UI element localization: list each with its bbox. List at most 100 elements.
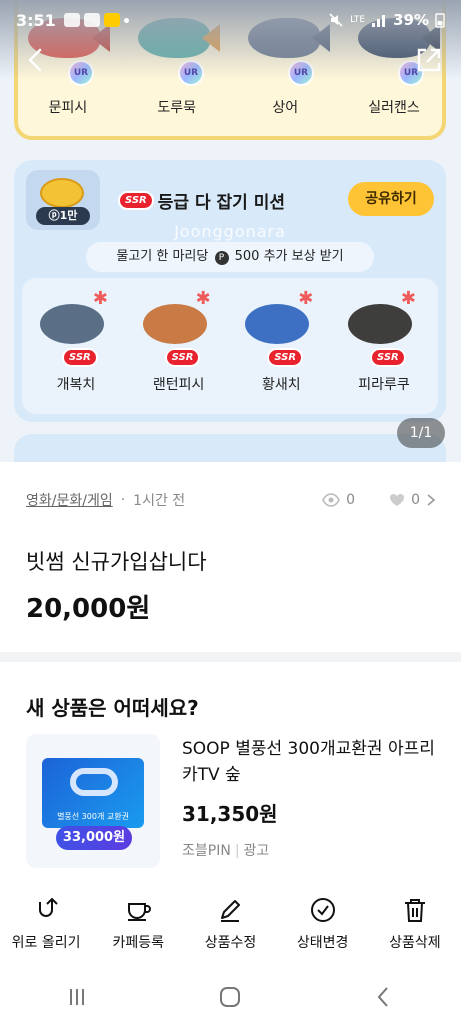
product-image[interactable]: UR UR UR UR 문피시 도루묵 상어 실러캔스 ⓟ1만 SSR (0, 0, 461, 462)
status-time: 3:51 (16, 10, 56, 30)
fish-label: 황새치 (261, 377, 301, 393)
share-icon[interactable] (413, 44, 445, 76)
recent-apps-icon[interactable] (64, 984, 90, 1010)
chevron-right-icon[interactable] (426, 493, 436, 507)
ssr-badge: SSR (118, 191, 154, 210)
eye-icon (322, 493, 341, 507)
edit-product-label: 상품수정 (204, 935, 257, 951)
fish-swordfish: ✱ SSR (235, 288, 327, 372)
recommended-item-meta: 조블PIN | 광고 (182, 840, 269, 860)
recommended-item-price: 31,350원 (182, 802, 278, 826)
cafe-register-button[interactable]: 카페등록 (92, 896, 184, 966)
voucher-image: 별풍선 300개 교환권 (42, 758, 144, 828)
product-title: 빗썸 신규가입삽니다 (26, 550, 207, 574)
system-status: LTE 39% (328, 11, 445, 29)
app-notification-icon (103, 13, 120, 27)
coin-icon (40, 178, 84, 208)
fish-lanternfish-body (142, 304, 207, 344)
gallery-notification-icon (83, 13, 100, 27)
view-count: 0 (346, 492, 356, 508)
fish-arapaima-body (347, 304, 412, 344)
recommend-section-title: 새 상품은 어떠세요? (26, 696, 199, 720)
mission-card: ⓟ1만 SSR 등급 다 잡기 미션 공유하기 Joonggonara 물고기 … (14, 160, 446, 422)
fish-sunfish: ✱ SSR (30, 288, 122, 372)
meta-bar: | (234, 843, 240, 859)
talk-notification-icon (63, 13, 80, 27)
trash-icon (404, 899, 425, 922)
ssr-badge: SSR (62, 348, 98, 367)
product-price: 20,000원 (26, 594, 151, 624)
fish-label: 도루묵 (157, 100, 196, 116)
fish-lanternfish: ✱ SSR (133, 288, 225, 372)
infinity-logo-icon (70, 768, 118, 796)
sparkle-icon: ✱ (298, 288, 314, 309)
mission-share-button: 공유하기 (348, 182, 434, 216)
section-divider (0, 652, 461, 662)
fish-label: 랜턴피시 (152, 377, 205, 393)
bump-up-label: 위로 올리기 (11, 935, 81, 951)
signal-icon (372, 15, 386, 27)
edit-pencil-icon (221, 900, 241, 922)
top-fish-labels: 문피시 도루묵 상어 실러캔스 (22, 97, 440, 117)
seller-name: 조블PIN (182, 843, 231, 859)
network-type: LTE (350, 15, 366, 25)
cafe-register-label: 카페등록 (112, 935, 165, 951)
fish-sunfish-body (40, 304, 104, 344)
delete-product-label: 상품삭제 (389, 935, 441, 951)
system-navigation-bar (0, 970, 461, 1024)
notification-icons (63, 13, 129, 27)
post-meta: 영화/문화/게임 · 1시간 전 0 0 (26, 490, 436, 510)
home-icon[interactable] (217, 984, 243, 1010)
ssr-fish-row: ✱ SSR ✱ SSR ✱ SSR ✱ SSR (30, 288, 430, 372)
recommended-item[interactable]: 별풍선 300개 교환권 33,000원 SOOP 별풍선 300개교환권 아프… (26, 734, 436, 874)
voucher-caption: 별풍선 300개 교환권 (57, 812, 129, 821)
image-page-indicator: 1/1 (397, 418, 445, 448)
bump-up-icon (39, 897, 58, 917)
back-arrow-icon[interactable] (20, 44, 52, 76)
fish-label: 실러캔스 (368, 100, 420, 116)
points-icon: P (214, 251, 229, 265)
delete-product-button[interactable]: 상품삭제 (369, 896, 461, 966)
fish-label: 개복치 (56, 377, 96, 393)
fish-arapaima: ✱ SSR (338, 288, 430, 372)
ssr-fish-panel: ✱ SSR ✱ SSR ✱ SSR ✱ SSR 개복치 랜턴피시 황새치 피라루… (22, 278, 438, 414)
sparkle-icon: ✱ (92, 288, 108, 309)
ssr-fish-labels: 개복치 랜턴피시 황새치 피라루쿠 (30, 374, 430, 394)
post-stats: 0 0 (322, 492, 436, 508)
next-mission-card (14, 434, 446, 462)
change-status-button[interactable]: 상태변경 (277, 896, 369, 966)
heart-icon (390, 494, 405, 506)
more-notifications-dot (123, 17, 129, 23)
reward-bar: 물고기 한 마리당 P 500 추가 보상 받기 (86, 242, 374, 272)
ad-tag: 광고 (243, 843, 270, 859)
battery-icon (435, 13, 445, 28)
reward-suffix: 500 추가 보상 받기 (234, 249, 344, 264)
fish-label: 문피시 (48, 100, 88, 116)
bottom-action-bar: 위로 올리기 카페등록 상품수정 상태변경 상품삭제 (0, 896, 461, 966)
recommended-item-title[interactable]: SOOP 별풍선 300개교환권 아프리카TV 숲 (182, 736, 436, 788)
voucher-price: 33,000원 (56, 826, 132, 850)
coin-reward-box: ⓟ1만 (26, 170, 100, 230)
edit-product-button[interactable]: 상품수정 (184, 896, 276, 966)
ssr-badge: SSR (267, 348, 304, 367)
category-link[interactable]: 영화/문화/게임 (26, 490, 113, 510)
change-status-label: 상태변경 (296, 935, 349, 951)
reward-prefix: 물고기 한 마리당 (116, 249, 209, 264)
fish-label: 피라루쿠 (358, 377, 410, 393)
mission-title-text: 등급 다 잡기 미션 (157, 193, 285, 213)
ssr-badge: SSR (164, 348, 201, 367)
cafe-cup-icon (128, 903, 152, 921)
back-icon[interactable] (371, 984, 397, 1010)
watermark: Joonggonara (174, 222, 286, 241)
fish-swordfish-body (245, 304, 310, 344)
recommended-item-thumbnail[interactable]: 별풍선 300개 교환권 33,000원 (26, 734, 160, 868)
like-count: 0 (411, 492, 420, 508)
post-time: 1시간 전 (133, 493, 186, 509)
mission-title: SSR 등급 다 잡기 미션 (118, 188, 285, 213)
sparkle-icon: ✱ (400, 288, 416, 309)
bump-up-button[interactable]: 위로 올리기 (0, 896, 92, 966)
battery-level: 39% (393, 11, 429, 29)
sparkle-icon: ✱ (195, 288, 211, 309)
meta-separator: · (120, 492, 126, 508)
check-circle-icon (310, 898, 335, 922)
